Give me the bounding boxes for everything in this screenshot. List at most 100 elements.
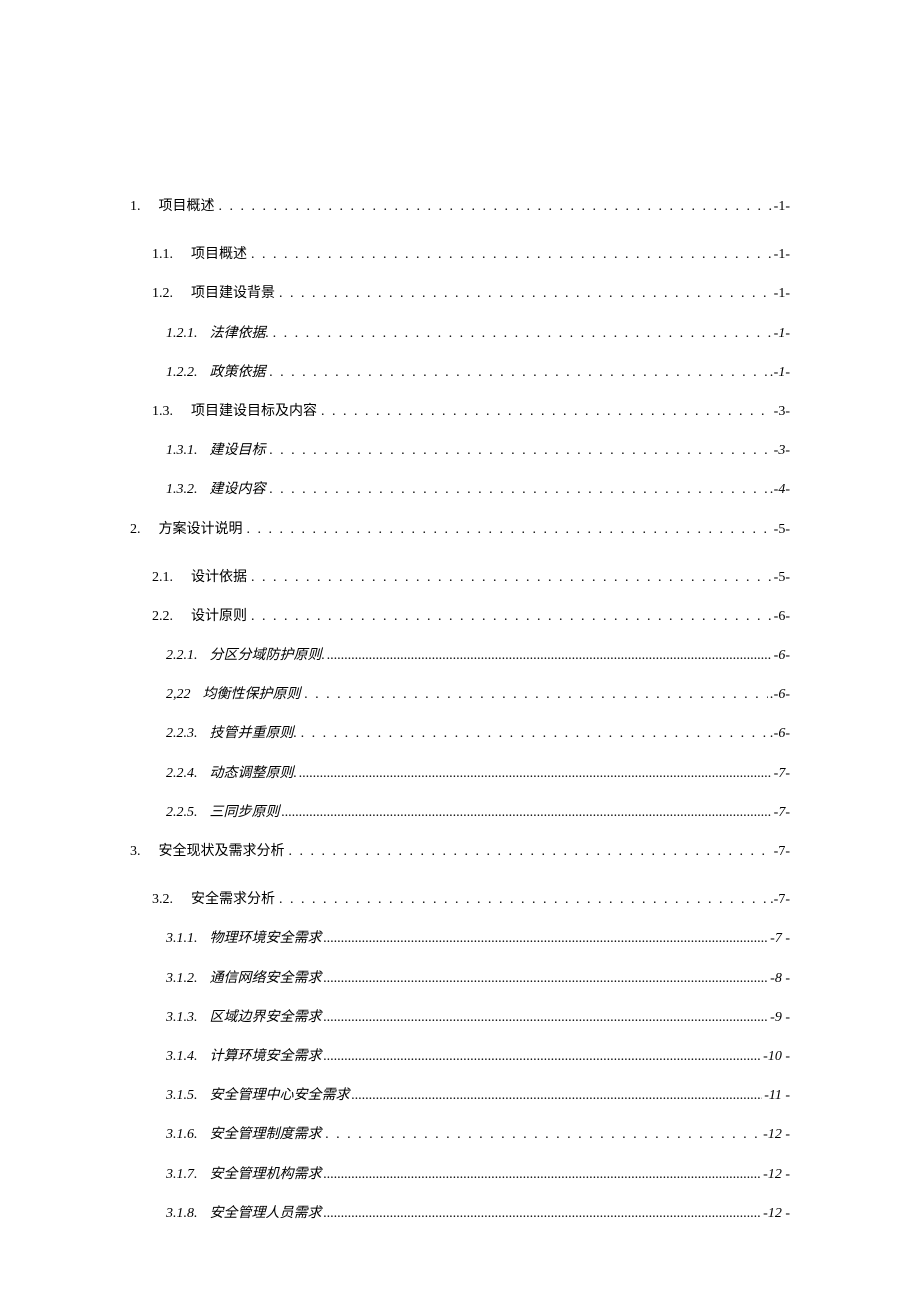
toc-entry: 1.2.2.政策依据.-1-: [166, 364, 790, 382]
toc-leader-dots: [215, 198, 772, 216]
toc-number: 1.1.: [152, 246, 191, 264]
toc-entry: 1.3.1.建设目标 -3-: [166, 442, 790, 460]
toc-entry: 3.1.7.安全管理机构需求 -12 -: [166, 1166, 790, 1184]
toc-number: 3.: [130, 843, 159, 861]
toc-number: 1.3.: [152, 403, 191, 421]
toc-number: 2.2.5.: [166, 804, 210, 822]
toc-title: 三同步原则: [210, 804, 280, 822]
toc-number: 3.2.: [152, 891, 191, 909]
toc-leader-dots: [275, 285, 772, 303]
toc-number: 2.2.1.: [166, 647, 210, 665]
toc-title: 项目建设背景: [191, 285, 275, 303]
toc-entry: 2.1.设计依据-5-: [152, 569, 790, 587]
toc-page-number: -6-: [772, 608, 790, 626]
toc-entry: 1.1.项目概述-1-: [152, 246, 790, 264]
toc-number: 1.2.1.: [166, 325, 210, 343]
toc-page-number: -8 -: [768, 970, 790, 988]
toc-entry: 2.2.4.动态调整原则.-7-: [166, 765, 790, 783]
toc-page-number: .-7-: [768, 891, 790, 909]
toc-entry: 1.3.2.建设内容.-4-: [166, 481, 790, 499]
toc-title: 动态调整原则.: [210, 765, 298, 783]
toc-number: 3.1.3.: [166, 1009, 210, 1027]
toc-page-number: .-6-: [768, 725, 790, 743]
toc-title: 安全管理机构需求: [210, 1166, 322, 1184]
toc-leader-dots: [322, 1166, 762, 1184]
toc-number: 1.2.2.: [166, 364, 210, 382]
toc-number: 2.2.4.: [166, 765, 210, 783]
toc-leader-dots: [322, 1048, 762, 1066]
toc-title: 项目建设目标及内容: [191, 403, 317, 421]
toc-entry: 3.1.5.安全管理中心安全需求-11 -: [166, 1087, 790, 1105]
toc-page-number: -1-: [772, 285, 790, 303]
toc-entry: 2.2.1.分区分域防护原则. -6-: [166, 647, 790, 665]
toc-leader-dots: [322, 1126, 762, 1144]
toc-page-number: -5-: [772, 569, 790, 587]
toc-page-number: -5-: [772, 521, 790, 539]
table-of-contents: 1.项目概述-1-1.1.项目概述-1-1.2.项目建设背景-1-1.2.1.法…: [130, 198, 790, 1223]
toc-leader-dots: [322, 930, 769, 948]
toc-title: 分区分域防护原则.: [210, 647, 326, 665]
toc-title: 安全管理人员需求: [210, 1205, 322, 1223]
toc-title: 设计原则: [191, 608, 247, 626]
toc-page-number: .-6-: [768, 686, 790, 704]
toc-number: 3.1.4.: [166, 1048, 210, 1066]
toc-number: 1.3.2.: [166, 481, 210, 499]
toc-number: 1.: [130, 198, 159, 216]
toc-title: 方案设计说明: [159, 521, 243, 539]
toc-entry: 3.1.8.安全管理人员需求 -12 -: [166, 1205, 790, 1223]
toc-entry: 1.2.1.法律依据. -1-: [166, 325, 790, 343]
toc-title: 项目概述: [159, 198, 215, 216]
toc-number: 3.1.5.: [166, 1087, 210, 1105]
toc-number: 3.1.7.: [166, 1166, 210, 1184]
toc-number: 2.: [130, 521, 159, 539]
toc-entry: 1.3.项目建设目标及内容-3-: [152, 403, 790, 421]
toc-number: 2,22: [166, 686, 203, 704]
toc-number: 2.2.: [152, 608, 191, 626]
toc-leader-dots: [322, 1009, 769, 1027]
toc-title: 计算环境安全需求: [210, 1048, 322, 1066]
toc-page-number: -1-: [772, 198, 790, 216]
toc-page-number: -12 -: [761, 1166, 790, 1184]
toc-title: 设计依据: [191, 569, 247, 587]
toc-leader-dots: [269, 325, 772, 343]
toc-page-number: -9 -: [768, 1009, 790, 1027]
toc-entry: 3.1.1.物理环境安全需求-7 -: [166, 930, 790, 948]
toc-leader-dots: [266, 481, 769, 499]
toc-number: 1.2.: [152, 285, 191, 303]
toc-title: 法律依据.: [210, 325, 270, 343]
toc-title: 建设目标: [210, 442, 266, 460]
toc-page-number: .-1-: [768, 364, 790, 382]
toc-leader-dots: [275, 891, 768, 909]
toc-number: 2.2.3.: [166, 725, 210, 743]
toc-leader-dots: [322, 970, 769, 988]
toc-number: 1.3.1.: [166, 442, 210, 460]
toc-entry: 3.2.安全需求分析.-7-: [152, 891, 790, 909]
toc-entry: 3.1.2.通信网络安全需求-8 -: [166, 970, 790, 988]
toc-title: 安全管理制度需求: [210, 1126, 322, 1144]
toc-page-number: .-4-: [768, 481, 790, 499]
toc-leader-dots: [243, 521, 772, 539]
toc-entry: 1.项目概述 -1-: [130, 198, 790, 216]
toc-page-number: -12 -: [761, 1205, 790, 1223]
toc-title: 均衡性保护原则: [203, 686, 301, 704]
toc-number: 3.1.8.: [166, 1205, 210, 1223]
toc-leader-dots: [350, 1087, 763, 1105]
toc-page-number: -10 -: [761, 1048, 790, 1066]
toc-page-number: -3-: [772, 442, 790, 460]
toc-page-number: -12 -: [761, 1126, 790, 1144]
toc-leader-dots: [325, 647, 772, 665]
toc-title: 安全现状及需求分析: [159, 843, 285, 861]
toc-number: 3.1.6.: [166, 1126, 210, 1144]
toc-page-number: -1-: [772, 325, 790, 343]
toc-entry: 3.1.4.计算环境安全需求 -10 -: [166, 1048, 790, 1066]
toc-title: 技管并重原则.: [210, 725, 298, 743]
toc-leader-dots: [297, 725, 768, 743]
toc-entry: 2.2.3.技管并重原则. .-6-: [166, 725, 790, 743]
toc-leader-dots: [322, 1205, 762, 1223]
toc-entry: 2.方案设计说明 -5-: [130, 521, 790, 539]
toc-leader-dots: [280, 804, 772, 822]
toc-entry: 1.2.项目建设背景 -1-: [152, 285, 790, 303]
toc-leader-dots: [247, 608, 772, 626]
toc-page-number: -7-: [772, 843, 790, 861]
toc-page-number: -6-: [772, 647, 790, 665]
